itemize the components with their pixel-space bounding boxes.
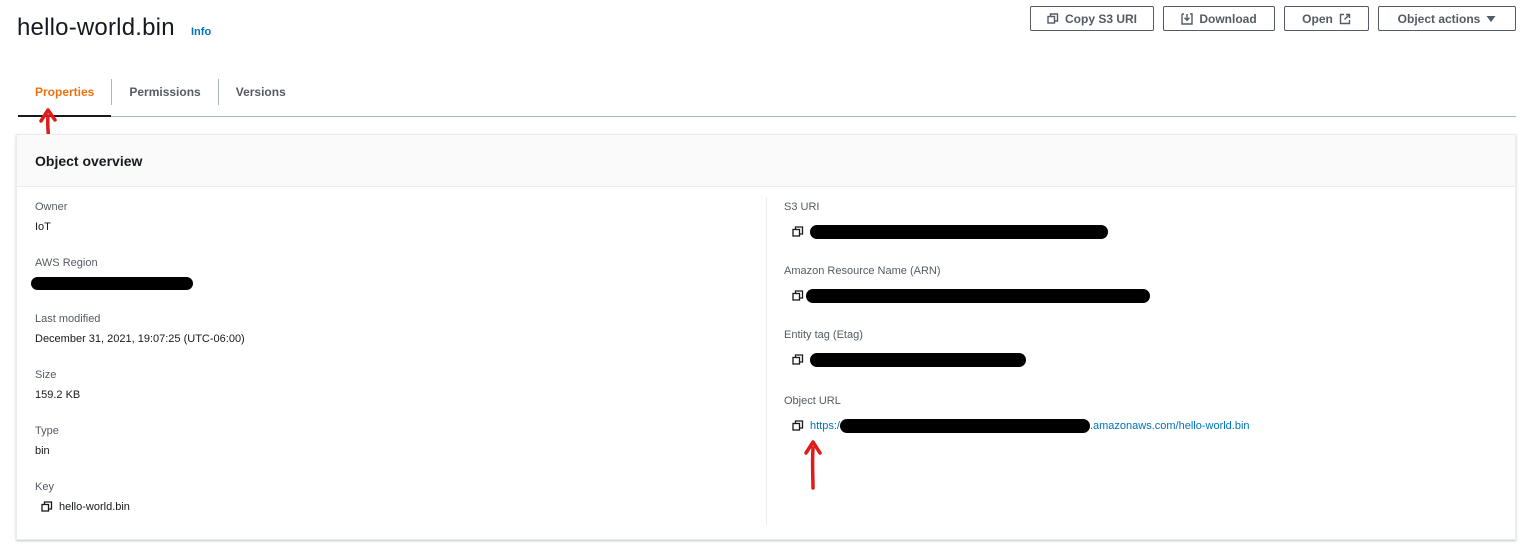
open-button[interactable]: Open	[1284, 6, 1369, 31]
panel-title: Object overview	[17, 135, 1515, 187]
download-label: Download	[1199, 11, 1257, 26]
copy-icon[interactable]	[792, 290, 804, 302]
object-url-suffix[interactable]: .amazonaws.com/hello-world.bin	[1090, 420, 1250, 432]
redaction-mark	[839, 419, 1090, 433]
tab-permissions[interactable]: Permissions	[112, 67, 217, 116]
open-label: Open	[1302, 11, 1333, 26]
type-label: Type	[35, 425, 59, 437]
copy-s3-uri-label: Copy S3 URI	[1065, 11, 1138, 26]
redaction-mark	[806, 289, 1150, 303]
object-overview-panel: Object overview Owner IoT AWS Region Las…	[16, 134, 1516, 540]
copy-icon	[1047, 12, 1059, 24]
copy-icon[interactable]	[41, 501, 53, 513]
object-actions-label: Object actions	[1397, 11, 1481, 26]
type-value: bin	[35, 445, 50, 457]
last-modified-value: December 31, 2021, 19:07:25 (UTC-06:00)	[35, 333, 245, 345]
tab-versions[interactable]: Versions	[219, 67, 303, 116]
arn-field: Amazon Resource Name (ARN)	[784, 265, 1150, 303]
key-value: hello-world.bin	[59, 501, 130, 513]
annotation-arrow-up-icon	[804, 440, 822, 490]
copy-icon[interactable]	[792, 226, 804, 238]
object-url-field: Object URL https:/ .amazonaws.com/hello-…	[784, 395, 1250, 433]
last-modified-field: Last modified December 31, 2021, 19:07:2…	[35, 313, 245, 345]
object-url-prefix[interactable]: https:/	[810, 420, 840, 432]
owner-value: IoT	[35, 221, 51, 233]
region-label: AWS Region	[35, 257, 98, 269]
owner-field: Owner IoT	[35, 201, 67, 233]
etag-row	[792, 353, 1026, 367]
column-divider	[766, 197, 767, 525]
caret-down-icon	[1486, 15, 1496, 22]
arn-row	[792, 289, 1150, 303]
redaction-mark	[810, 225, 1108, 239]
object-url-label: Object URL	[784, 395, 841, 407]
download-button[interactable]: Download	[1163, 6, 1275, 31]
tab-bar: Properties Permissions Versions	[18, 67, 1516, 117]
page-title: hello-world.bin	[17, 14, 175, 41]
s3-uri-field: S3 URI	[784, 201, 1108, 239]
redaction-mark	[31, 277, 193, 290]
copy-s3-uri-button[interactable]: Copy S3 URI	[1030, 6, 1154, 31]
region-value	[31, 277, 193, 290]
type-field: Type bin	[35, 425, 59, 457]
redaction-mark	[810, 353, 1026, 367]
owner-label: Owner	[35, 201, 68, 213]
download-icon	[1181, 12, 1194, 25]
size-field: Size 159.2 KB	[35, 369, 80, 401]
object-actions-button[interactable]: Object actions	[1378, 6, 1516, 31]
info-link[interactable]: Info	[191, 26, 211, 38]
key-value-row: hello-world.bin	[41, 501, 130, 513]
key-label: Key	[35, 481, 54, 493]
size-value: 159.2 KB	[35, 389, 81, 401]
etag-field: Entity tag (Etag)	[784, 329, 1026, 367]
arn-label: Amazon Resource Name (ARN)	[784, 265, 941, 277]
region-field: AWS Region	[31, 257, 193, 290]
key-field: Key hello-world.bin	[35, 481, 130, 513]
copy-icon[interactable]	[792, 354, 804, 366]
size-label: Size	[35, 369, 57, 381]
external-link-icon	[1339, 13, 1351, 24]
tab-properties[interactable]: Properties	[18, 67, 112, 117]
last-modified-label: Last modified	[35, 313, 101, 325]
header-actions: Copy S3 URI Download Open Object actions	[1030, 6, 1516, 31]
s3-uri-row	[792, 225, 1108, 239]
etag-label: Entity tag (Etag)	[784, 329, 863, 341]
object-url-row: https:/ .amazonaws.com/hello-world.bin	[792, 419, 1250, 433]
copy-icon[interactable]	[792, 420, 804, 432]
s3-uri-label: S3 URI	[784, 201, 820, 213]
